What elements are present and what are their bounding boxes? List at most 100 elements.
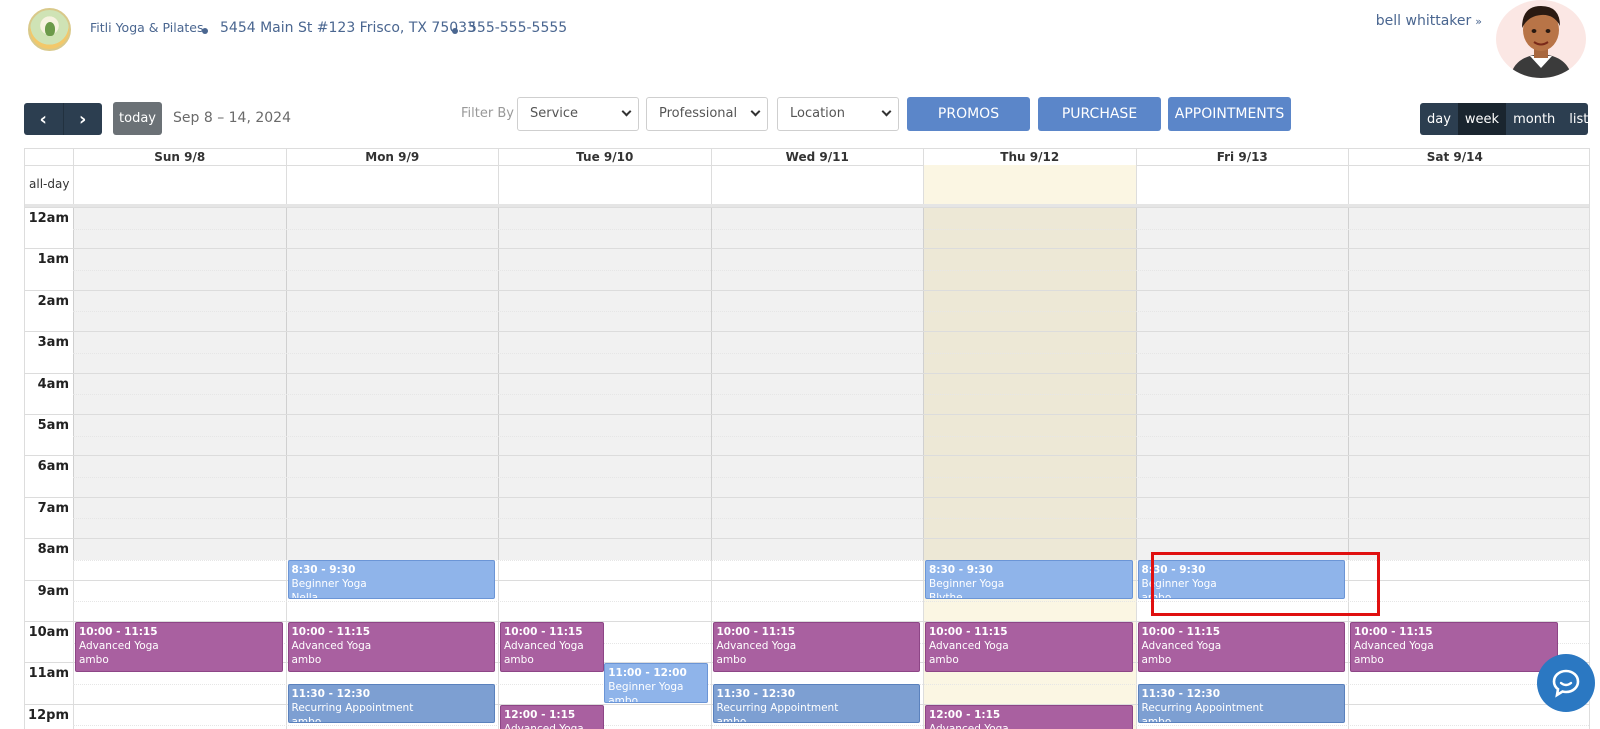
- chevron-down-icon: [621, 106, 632, 117]
- event-person: ambo: [1354, 654, 1384, 666]
- event-person: ambo: [716, 716, 747, 724]
- appointments-button[interactable]: APPOINTMENTS: [1168, 97, 1291, 131]
- half-hour-line: [73, 477, 1589, 479]
- calendar-event[interactable]: 12:00 - 1:15Advanced Yogaambo: [925, 704, 1133, 729]
- hour-row: 2am: [25, 289, 1589, 331]
- event-title: Advanced Yoga: [291, 640, 372, 652]
- next-week-button[interactable]: ›: [64, 103, 103, 135]
- event-time: 11:00 - 12:00: [608, 667, 687, 680]
- hour-label: 3am: [37, 335, 69, 351]
- day-header: Wed 9/11: [710, 149, 924, 165]
- allday-cell[interactable]: [498, 165, 711, 204]
- view-week-button[interactable]: week: [1457, 103, 1507, 135]
- hour-label: 4am: [37, 376, 69, 392]
- event-time: 10:00 - 11:15: [291, 626, 371, 638]
- event-person: ambo: [716, 654, 747, 666]
- calendar-event[interactable]: 10:00 - 11:15 Advanced Yoga ambo: [712, 622, 920, 672]
- calendar-event[interactable]: 11:30 - 12:30 Recurring Appointment ambo: [1137, 684, 1345, 724]
- event-title: Beginner Yoga: [608, 681, 684, 694]
- hour-row: 12am: [25, 207, 1589, 248]
- business-name: Fitli Yoga & Pilates: [90, 20, 204, 35]
- calendar-event[interactable]: 10:00 - 11:15 Advanced Yoga ambo: [1137, 622, 1345, 672]
- hour-label: 12pm: [28, 707, 69, 723]
- hour-label: 12am: [28, 211, 69, 226]
- professional-select[interactable]: Professional: [646, 97, 768, 131]
- separator-dot: [452, 28, 458, 34]
- logo-leaf-icon: [45, 22, 55, 36]
- location-select[interactable]: Location: [777, 97, 899, 131]
- event-title: Beginner Yoga: [929, 577, 1005, 590]
- chevron-left-icon: ‹: [39, 108, 47, 130]
- calendar-event[interactable]: 8:30 - 9:30 Beginner Yoga Blythe: [925, 559, 1133, 600]
- event-time: 12:00 - 1:15: [504, 708, 576, 721]
- hour-row: 5am: [25, 414, 1589, 455]
- day-header: Mon 9/9: [285, 149, 499, 165]
- promos-button[interactable]: PROMOS: [907, 97, 1030, 131]
- event-title: Advanced Yoga: [79, 640, 159, 652]
- view-day-button[interactable]: day: [1420, 103, 1458, 135]
- event-person: ambo: [504, 654, 534, 666]
- business-address: 5454 Main St #123 Frisco, TX 75033: [220, 20, 476, 36]
- filter-label: Filter By: [461, 106, 514, 121]
- event-time: 10:00 - 11:15: [929, 626, 1008, 638]
- event-title: Recurring Appointment: [291, 702, 414, 715]
- allday-cell[interactable]: [1348, 165, 1561, 204]
- half-hour-line: [73, 270, 1589, 272]
- time-grid: 12am 1am 2am 3am 4am 5am 6am 7am 8am 9am 10am 11am 1…: [25, 207, 1589, 729]
- event-time: 12:00 - 1:15: [929, 708, 1001, 721]
- chat-button[interactable]: [1537, 654, 1595, 712]
- view-list-button[interactable]: list: [1562, 103, 1595, 135]
- event-time: 11:30 - 12:30: [291, 688, 371, 701]
- business-logo: [28, 8, 71, 51]
- hour-label: 9am: [37, 583, 69, 599]
- event-title: Advanced Yoga: [1141, 640, 1222, 652]
- event-person: Blythe: [929, 591, 963, 600]
- hour-label: 6am: [37, 459, 69, 475]
- event-person: ambo: [291, 654, 322, 666]
- allday-cell[interactable]: [710, 165, 924, 204]
- prev-week-button[interactable]: ‹: [24, 103, 64, 135]
- user-menu[interactable]: bell whittaker»: [1376, 13, 1482, 29]
- calendar-event[interactable]: 10:00 - 11:15 Advanced Yoga ambo: [1350, 622, 1558, 672]
- allday-cell[interactable]: [923, 165, 1136, 204]
- chevron-down-icon: [881, 106, 892, 117]
- event-title: Recurring Appointment: [1141, 702, 1264, 715]
- calendar-event[interactable]: 10:00 - 11:15 Advanced Yoga ambo: [287, 622, 495, 672]
- event-person: ambo: [608, 695, 639, 703]
- calendar-event[interactable]: 11:30 - 12:30 Recurring Appointment ambo: [287, 684, 495, 724]
- calendar-event[interactable]: 10:00 - 11:15 Advanced Yoga ambo: [925, 622, 1133, 672]
- chevron-right-icon: ›: [79, 108, 87, 130]
- hour-label: 10am: [28, 625, 69, 640]
- half-hour-line: [73, 518, 1589, 520]
- calendar-event[interactable]: 8:30 - 9:30 Beginner Yoga Nella: [287, 559, 495, 600]
- chat-bubble-icon: [1552, 669, 1580, 698]
- allday-cell[interactable]: [73, 165, 286, 204]
- half-hour-line: [73, 394, 1589, 396]
- view-month-button[interactable]: month: [1506, 103, 1562, 135]
- service-select[interactable]: Service: [517, 97, 639, 131]
- event-title: Advanced Yoga: [504, 640, 584, 652]
- professional-select-value: Professional: [659, 106, 738, 121]
- event-person: ambo: [291, 716, 322, 724]
- calendar-event[interactable]: 12:00 - 1:15Advanced Yogaambo: [500, 704, 605, 729]
- user-name: bell whittaker: [1375, 13, 1472, 29]
- calendar-event[interactable]: 10:00 - 11:15 Advanced Yoga ambo: [75, 622, 283, 672]
- event-time: 10:00 - 11:15: [504, 626, 583, 638]
- half-hour-line: [73, 311, 1589, 313]
- event-title: Beginner Yoga: [291, 577, 367, 590]
- avatar[interactable]: [1496, 0, 1586, 78]
- calendar-event[interactable]: 11:00 - 12:00 Beginner Yoga ambo: [604, 663, 708, 703]
- allday-cell[interactable]: [1135, 165, 1349, 204]
- calendar-event[interactable]: 11:30 - 12:30 Recurring Appointment ambo: [712, 684, 920, 724]
- hour-label: 7am: [37, 500, 69, 516]
- event-time: 8:30 - 9:30: [929, 563, 993, 576]
- allday-cell[interactable]: [285, 165, 499, 204]
- hour-row: 6am: [25, 455, 1589, 496]
- day-header: Sun 9/8: [73, 149, 286, 165]
- calendar-event[interactable]: 10:00 - 11:15 Advanced Yoga ambo: [500, 622, 605, 672]
- today-button[interactable]: today: [113, 102, 162, 135]
- event-title: Advanced Yoga: [1354, 640, 1434, 652]
- purchase-button[interactable]: PURCHASE: [1038, 97, 1161, 131]
- separator-dot: [202, 28, 208, 34]
- event-title: Advanced Yoga: [929, 722, 1009, 729]
